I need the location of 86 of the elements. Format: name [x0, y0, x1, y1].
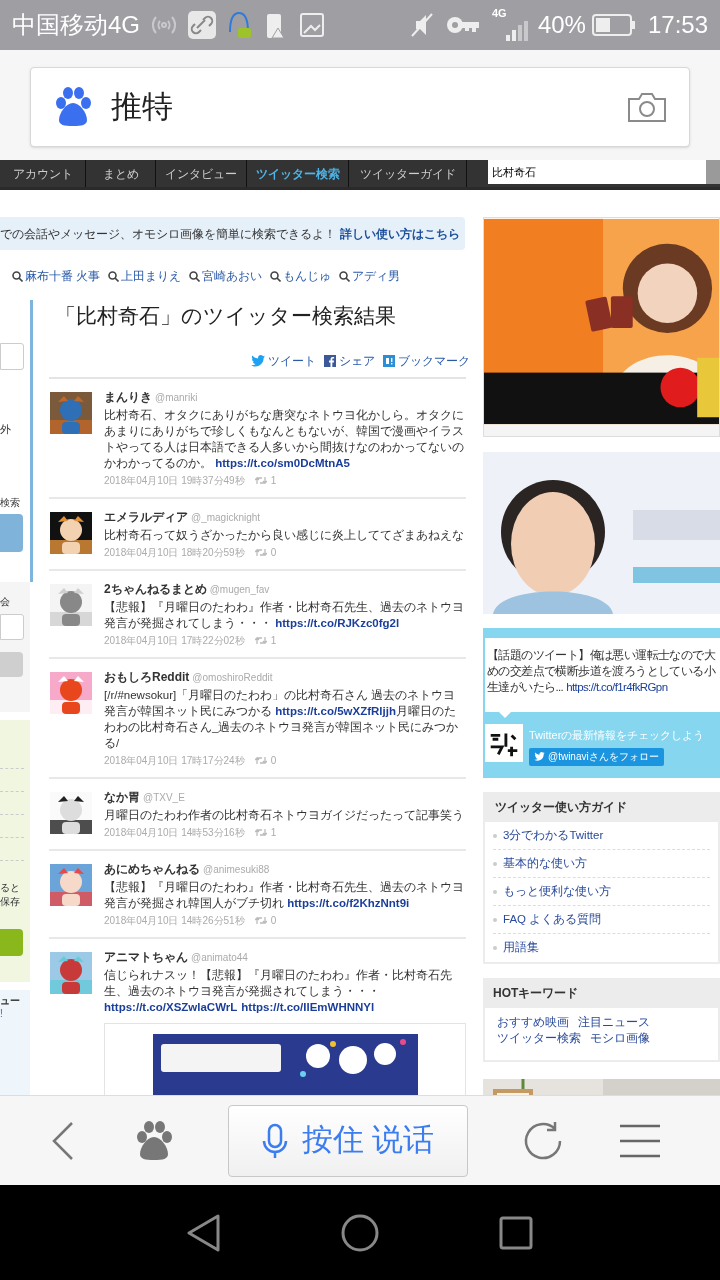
fragment-text: 会	[0, 596, 11, 608]
nav-tab[interactable]: アカウント	[0, 160, 86, 187]
guide-link[interactable]: もっと便利な使い方	[503, 882, 611, 901]
guide-link[interactable]: 用語集	[503, 939, 539, 957]
tweet-date: 2018年04月10日 14時53分16秒	[104, 826, 245, 840]
panel-title: HOTキーワード	[492, 985, 580, 1002]
featured-tweet-text: 生達がいたら... https://t.co/f1r4fkRGpn	[487, 680, 669, 695]
fragment-text: ュー	[0, 994, 21, 1008]
tweet-link[interactable]: https://t.co/f2KhzNnt9i	[287, 897, 410, 909]
battery-percent: 40%	[537, 10, 586, 40]
keyword-link[interactable]: もんじゅ	[270, 267, 332, 285]
user-name[interactable]: 2ちゃんねるまとめ	[104, 580, 207, 598]
clock: 17:53	[647, 10, 708, 40]
guide-link[interactable]: 基本的な使い方	[503, 854, 587, 873]
featured-tweet-text: めの交差点で横断歩道を渡ろうとしている小	[487, 664, 717, 679]
tweet-link[interactable]: https://t.co/5wXZfRljjh	[275, 705, 396, 717]
fragment-text: !	[0, 1008, 4, 1020]
user-handle: @animesuki88	[203, 863, 270, 877]
user-handle: @TXV_E	[143, 791, 185, 805]
user-name[interactable]: エメラルディア	[104, 508, 188, 526]
search-box[interactable]: 推特	[30, 67, 690, 147]
banner-text: での会話やメッセージ、オモシロ画像を簡単に検索できるよ！	[0, 225, 336, 243]
tweet-link[interactable]: https://t.co/XSZwlaCWrL	[104, 1001, 238, 1013]
tweet-link[interactable]: https://t.co/sm0DcMtnA5	[215, 457, 351, 469]
tweet-link[interactable]: https://t.co/RJKzc0fg2l	[275, 617, 400, 629]
fragment-text: 検索	[0, 496, 21, 510]
user-handle: @animato44	[191, 951, 248, 965]
retweet-count: 1	[270, 474, 277, 488]
guide-link[interactable]: FAQ よくある質問	[503, 910, 602, 929]
share-link[interactable]: シェア	[324, 352, 375, 370]
results-title: 「比村奇石」のツイッター検索結果	[55, 303, 397, 329]
nav-tab[interactable]: ツイッターガイド	[349, 160, 467, 187]
user-handle: @omoshiroReddit	[192, 671, 273, 685]
keyword-link[interactable]: アディ男	[339, 267, 401, 285]
retweet-count: 1	[270, 634, 277, 648]
nav-tab[interactable]: インタビュー	[156, 160, 247, 187]
keyword-link[interactable]: ツイッター検索	[497, 1030, 581, 1046]
tweet-date: 2018年04月10日 18時20分59秒	[104, 546, 245, 560]
tweet-text: 比村奇石、オタクにありがちな唐突なネトウヨ化かしら。オタクにあまりにありがちで珍しくもなんともないが、韓国で漫画やイラストやってる人は日本語できる人多いから間抜けなのわかってないのかわかってるのか。 https://t.co/sm0DcMtnA5	[104, 408, 465, 471]
network-type: 4G	[491, 6, 507, 21]
keyword-link[interactable]: 注目ニュース	[578, 1014, 650, 1030]
user-handle: @manriki	[155, 391, 198, 405]
tweet-date: 2018年04月10日 19時37分49秒	[104, 474, 245, 488]
keyword-link[interactable]: モシロ画像	[590, 1030, 650, 1046]
user-handle: @mugen_fav	[209, 583, 270, 597]
user-handle: @_magicknight	[191, 511, 261, 525]
tweet-text: 信じられナスッ！【悲報】『月曜日のたわわ』作者・比村奇石先生、過去のネトウヨ発言が発掘されてしまう・・・ https://t.co/XSZwlaCWrL https://t.co/IlEmWHNNYl	[104, 968, 453, 1015]
tweet-text: 月曜日のたわわ作者の比村奇石ネトウヨガイジだったって記事笑う	[104, 808, 465, 823]
panel-title: ツイッター使い方ガイド	[494, 799, 628, 816]
guide-link[interactable]: 3分でわかるTwitter	[503, 826, 604, 845]
keyword-link[interactable]: 上田まりえ	[108, 267, 182, 285]
retweet-count: 0	[270, 754, 277, 768]
tweet-date: 2018年04月10日 17時22分02秒	[104, 634, 245, 648]
share-link[interactable]: ツイート	[251, 352, 316, 370]
fragment-text: ると	[0, 881, 21, 895]
retweet-count: 0	[270, 914, 277, 928]
user-name[interactable]: まんりき	[104, 388, 152, 406]
user-name[interactable]: おもしろReddit	[104, 668, 190, 686]
help-link[interactable]: 詳しい使い方はこちら	[340, 224, 460, 243]
site-search-field[interactable]: 比村奇石	[488, 160, 706, 184]
share-link[interactable]: ブックマーク	[383, 352, 470, 370]
user-name[interactable]: アニマトちゃん	[104, 948, 188, 966]
keyword-link[interactable]: 麻布十番 火事	[12, 267, 101, 285]
user-name[interactable]: なか胃	[104, 788, 140, 806]
nav-tab[interactable]: まとめ	[86, 160, 156, 187]
keyword-link[interactable]: おすすめ映画	[497, 1014, 569, 1030]
tweet-date: 2018年04月10日 14時26分51秒	[104, 914, 245, 928]
retweet-count: 1	[270, 826, 277, 840]
tweet-text: 【悲報】『月曜日のたわわ』作者・比村奇石先生、過去のネトウヨ発言が発掘され韓国人がブチ切れ https://t.co/f2KhzNnt9i	[104, 880, 465, 911]
tweet-text: [/r/#newsokur]「月曜日のたわわ」の比村奇石さん 過去のネトウヨ発言が韓国ネット民にみつかる https://t.co/5wXZfRljjh月曜日のたわわの比村奇石さん_過去のネトウヨ発言が韓国ネット民にみつかる/	[104, 688, 460, 751]
user-name[interactable]: あにめちゃんねる	[104, 860, 200, 878]
fragment-text: 外	[0, 422, 12, 436]
keyword-link[interactable]: 宮崎あおい	[189, 267, 263, 285]
nav-tab[interactable]: ツイッター検索	[247, 160, 349, 187]
promo-text: Twitterの最新情報をチェックしよう	[529, 728, 705, 743]
search-query: 推特	[111, 87, 174, 126]
featured-tweet-text: 【話題のツイート】俺は悪い運転士なので大	[487, 648, 716, 663]
retweet-count: 0	[270, 546, 277, 560]
tweet-link[interactable]: https://t.co/IlEmWHNNYl	[241, 1001, 375, 1013]
tweet-text: 【悲報】『月曜日のたわわ』作者・比村奇石先生、過去のネトウヨ発言が発掘されてしまう・・・ https://t.co/RJKzc0fg2l	[104, 600, 465, 631]
fragment-text: 保存	[0, 895, 21, 909]
tweet-link[interactable]: https://t.co/f1r4fkRGpn	[566, 681, 668, 693]
voice-button[interactable]: 按住 说话	[228, 1104, 468, 1177]
tweet-text: 比村奇石って奴うざかったから良い感じに炎上しててざまあねえな	[104, 528, 465, 543]
tweet-date: 2018年04月10日 17時17分24秒	[104, 754, 245, 768]
carrier-name: 中国移动4G	[12, 10, 140, 40]
